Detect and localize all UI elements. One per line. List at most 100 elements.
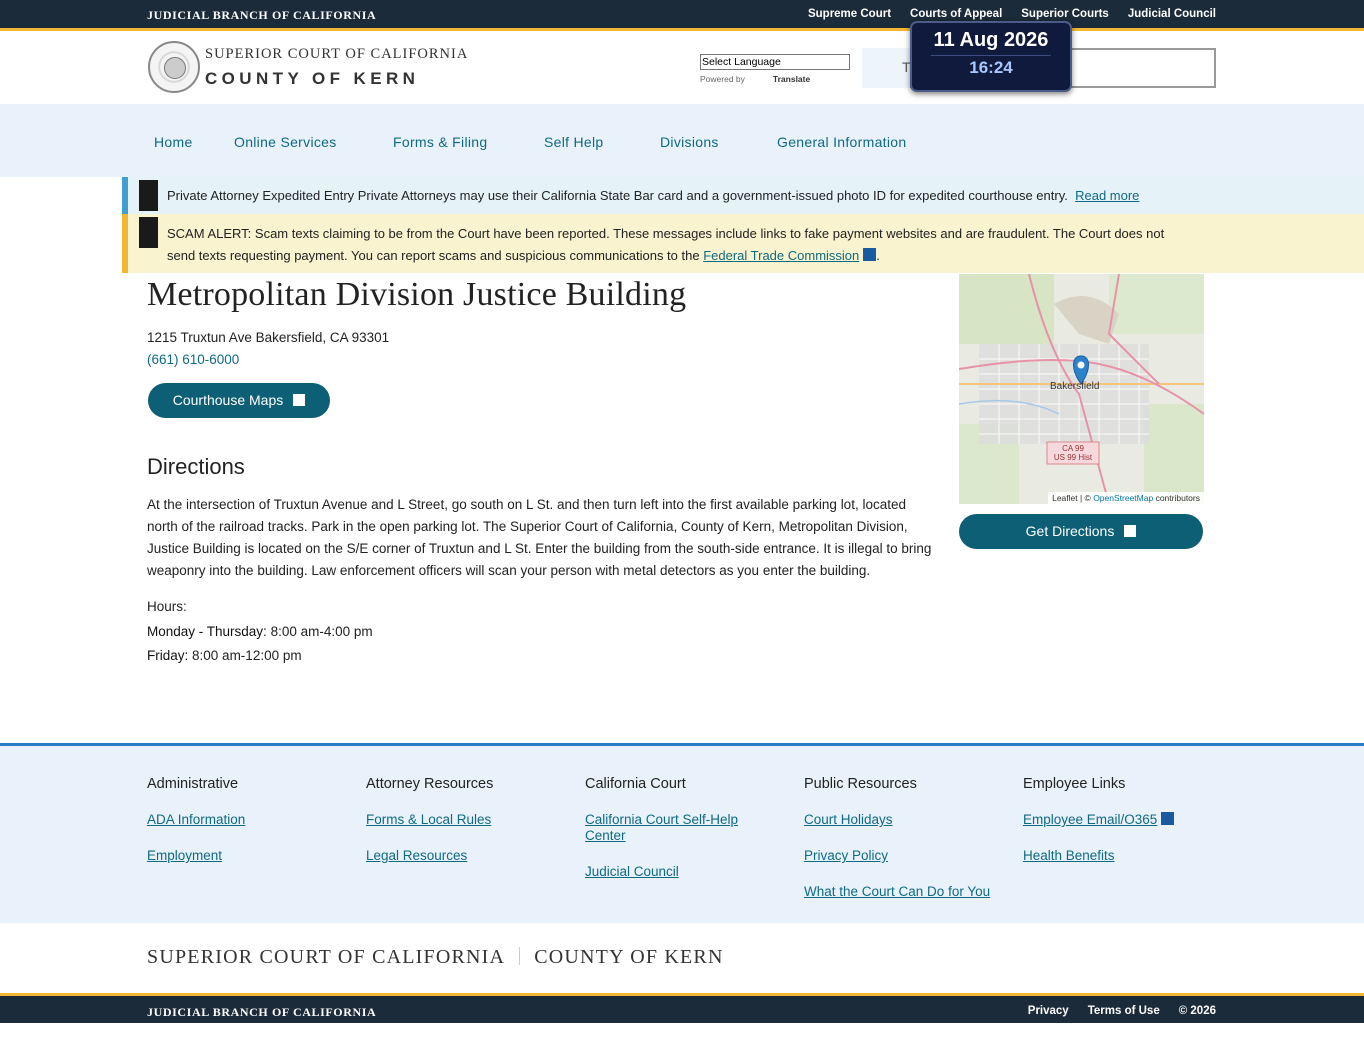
footer-heading: Administrative — [147, 776, 239, 792]
clock-time: 16:24 — [969, 58, 1013, 77]
site-footer: Administrative ADA Information Employmen… — [0, 743, 1364, 923]
external-link-icon — [1124, 525, 1137, 537]
nav-item-home[interactable]: Home — [154, 134, 193, 150]
date-time-overlay: 11 Aug 2026 16:24 — [910, 21, 1072, 92]
hours-days: Monday - Thursday: — [147, 624, 267, 639]
nav-item-forms-filing[interactable]: Forms & Filing — [393, 134, 487, 150]
attorney-entry-alert: Private Attorney Expedited Entry Private… — [122, 177, 1364, 214]
translate-link[interactable]: Translate — [773, 74, 810, 84]
powered-by-label: Powered by — [700, 74, 745, 84]
nav-item-self-help[interactable]: Self Help — [544, 134, 604, 150]
bottom-link-terms-of-use[interactable]: Terms of Use — [1088, 1005, 1160, 1017]
copyright-text: © 2026 — [1178, 1005, 1216, 1017]
map-highway-shield: CA 99 US 99 Hist — [1047, 444, 1099, 462]
footer-link-legal-resources[interactable]: Legal Resources — [366, 848, 493, 864]
courthouse-maps-button[interactable]: Courthouse Maps — [148, 383, 330, 418]
employee-email-label: Employee Email/O365 — [1023, 812, 1158, 827]
footer-column-attorney-resources: Attorney Resources Forms & Local Rules L… — [366, 776, 493, 884]
footer-link-employment[interactable]: Employment — [147, 848, 245, 864]
footer-brand: SUPERIOR COURT OF CALIFORNIA COUNTY OF KE… — [147, 946, 724, 969]
map-attribution: Leaflet | © OpenStreetMap contributors — [1048, 492, 1204, 504]
alert-accent-bar — [122, 214, 128, 273]
footer-heading: California Court — [585, 776, 686, 792]
court-seal-logo[interactable] — [148, 41, 200, 93]
get-directions-button[interactable]: Get Directions — [959, 514, 1203, 549]
top-link-judicial-council[interactable]: Judicial Council — [1128, 8, 1216, 20]
bottom-links: Privacy Terms of Use © 2026 — [1028, 1005, 1216, 1017]
hours-time: 8:00 am-12:00 pm — [192, 648, 302, 663]
footer-brand-county: COUNTY OF KERN — [534, 946, 724, 968]
directions-heading: Directions — [147, 454, 245, 479]
footer-heading: Public Resources — [804, 776, 917, 792]
main-navigation: Home Online Services Forms & Filing Self… — [0, 104, 1364, 177]
top-links: Supreme Court Courts of Appeal Superior … — [808, 8, 1216, 20]
hours-time: 8:00 am-4:00 pm — [270, 624, 373, 639]
warning-icon — [139, 217, 158, 248]
read-more-link[interactable]: Read more — [1075, 188, 1139, 203]
bottom-utility-bar: JUDICIAL BRANCH OF CALIFORNIA Privacy Te… — [0, 993, 1364, 1023]
footer-heading: Attorney Resources — [366, 776, 494, 792]
footer-link-forms-local-rules[interactable]: Forms & Local Rules — [366, 812, 493, 828]
top-link-courts-of-appeal[interactable]: Courts of Appeal — [910, 8, 1002, 20]
footer-column-employee-links: Employee Links Employee Email/O365 Healt… — [1023, 776, 1175, 884]
footer-link-self-help-center[interactable]: California Court Self-Help Center — [585, 812, 755, 844]
logo-title[interactable]: SUPERIOR COURT OF CALIFORNIA — [205, 46, 468, 63]
courthouse-maps-label: Courthouse Maps — [172, 392, 284, 408]
top-link-supreme-court[interactable]: Supreme Court — [808, 8, 891, 20]
language-select[interactable]: Select Language — [700, 54, 850, 70]
footer-link-privacy-policy[interactable]: Privacy Policy — [804, 848, 990, 864]
footer-heading: Employee Links — [1023, 776, 1126, 792]
attorney-alert-message: Private Attorney Expedited Entry Private… — [167, 188, 1068, 203]
logo-subtitle[interactable]: COUNTY OF KERN — [205, 69, 419, 89]
external-link-icon — [293, 394, 306, 406]
attribution-prefix: Leaflet | © — [1052, 493, 1091, 503]
footer-link-employee-email[interactable]: Employee Email/O365 — [1023, 812, 1175, 828]
search-placeholder: T — [862, 48, 911, 88]
nav-item-online-services[interactable]: Online Services — [234, 134, 337, 150]
hours-row: Monday - Thursday: 8:00 am-4:00 pm — [147, 624, 373, 639]
federal-trade-commission-link[interactable]: Federal Trade Commission — [703, 248, 859, 263]
hours-label: Hours: — [147, 599, 187, 614]
nav-item-divisions[interactable]: Divisions — [660, 134, 719, 150]
alert-accent-bar — [122, 177, 128, 214]
get-directions-label: Get Directions — [1025, 523, 1115, 539]
external-link-icon — [863, 248, 877, 261]
page-title: Metropolitan Division Justice Building — [147, 276, 687, 313]
site-header: SUPERIOR COURT OF CALIFORNIA COUNTY OF K… — [0, 31, 1364, 104]
footer-column-california-court: California Court California Court Self-H… — [585, 776, 755, 900]
scam-alert: SCAM ALERT: Scam texts claiming to be fr… — [122, 214, 1364, 273]
footer-column-public-resources: Public Resources Court Holidays Privacy … — [804, 776, 990, 920]
footer-brand-divider — [519, 947, 521, 965]
judicial-branch-label: JUDICIAL BRANCH OF CALIFORNIA — [147, 8, 377, 22]
directions-text: At the intersection of Truxtun Avenue an… — [147, 497, 932, 578]
bottom-link-privacy[interactable]: Privacy — [1028, 1005, 1069, 1017]
info-icon — [139, 180, 158, 211]
courthouse-address: 1215 Truxtun Ave Bakersfield, CA 93301 — [147, 330, 390, 345]
footer-link-court-holidays[interactable]: Court Holidays — [804, 812, 990, 828]
openstreetmap-link[interactable]: OpenStreetMap — [1093, 493, 1153, 503]
alert-text: SCAM ALERT: Scam texts claiming to be fr… — [167, 223, 1187, 267]
hours-row: Friday: 8:00 am-12:00 pm — [147, 648, 302, 663]
map-shield-us99: US 99 Hist — [1053, 453, 1093, 462]
map-city-label: Bakersfield — [1050, 381, 1100, 392]
footer-link-health-benefits[interactable]: Health Benefits — [1023, 848, 1174, 864]
scam-alert-message: SCAM ALERT: Scam texts claiming to be fr… — [167, 226, 1165, 263]
courthouse-phone-link[interactable]: (661) 610-6000 — [147, 352, 239, 367]
footer-link-ada-information[interactable]: ADA Information — [147, 812, 245, 828]
judicial-branch-label: JUDICIAL BRANCH OF CALIFORNIA — [147, 1005, 377, 1019]
top-utility-bar: JUDICIAL BRANCH OF CALIFORNIA Supreme Co… — [0, 0, 1364, 31]
attribution-suffix: contributors — [1155, 493, 1200, 503]
top-link-superior-courts[interactable]: Superior Courts — [1021, 8, 1109, 20]
external-link-icon — [1161, 812, 1175, 825]
powered-by-translate: Powered by Translate — [700, 74, 810, 84]
alert-text: Private Attorney Expedited Entry Private… — [167, 185, 1139, 207]
location-map[interactable]: Bakersfield CA 99 US 99 Hist Leaflet | © … — [959, 274, 1204, 504]
footer-brand-court: SUPERIOR COURT OF CALIFORNIA — [147, 946, 506, 968]
clock-divider — [931, 55, 1051, 56]
footer-link-judicial-council[interactable]: Judicial Council — [585, 864, 755, 880]
nav-item-general-information[interactable]: General Information — [777, 134, 906, 150]
footer-column-administrative: Administrative ADA Information Employmen… — [147, 776, 245, 884]
hours-days: Friday: — [147, 648, 189, 663]
clock-date: 11 Aug 2026 — [933, 29, 1049, 51]
footer-link-what-the-court-can-do[interactable]: What the Court Can Do for You — [804, 884, 990, 900]
